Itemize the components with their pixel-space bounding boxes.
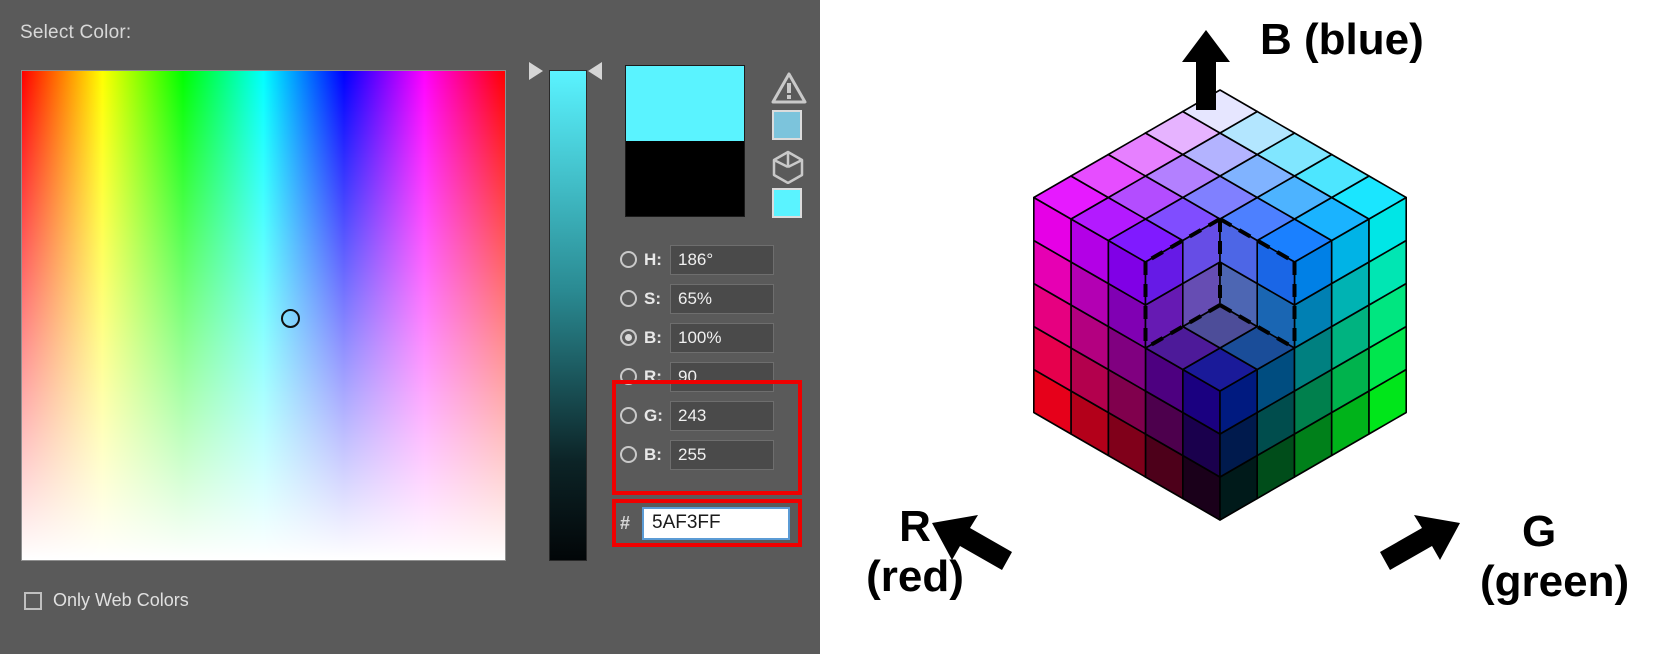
radio-hue[interactable] (620, 251, 637, 268)
rgb-cube-diagram: B (blue) R (red) G (green) (820, 0, 1680, 654)
axis-label-green-line2: (green) (1480, 557, 1630, 606)
only-web-colors-label: Only Web Colors (53, 590, 189, 610)
saturation-value-field[interactable] (21, 70, 506, 561)
page-title: Select Color: (20, 22, 132, 43)
only-web-colors-checkbox[interactable] (24, 591, 42, 610)
warning-icon-column (768, 72, 812, 222)
axis-label-green: G (green) (1480, 510, 1680, 604)
label-hue: H: (644, 249, 662, 269)
hash-icon: # (620, 512, 631, 533)
hex-input[interactable]: 5AF3FF (642, 506, 790, 540)
field-row-hue[interactable]: H: 186° (620, 240, 805, 279)
color-value-fields: H: 186° S: 65% B: 100% R: 90 G: 243 B: 2… (620, 240, 805, 474)
radio-brightness[interactable] (620, 329, 637, 346)
field-row-blue[interactable]: B: 255 (620, 435, 805, 474)
label-red: R: (644, 366, 662, 386)
preview-old-color[interactable] (626, 141, 744, 216)
axis-label-blue: B (blue) (1260, 15, 1424, 64)
input-green[interactable]: 243 (670, 400, 774, 431)
radio-saturation[interactable] (620, 290, 637, 307)
input-saturation[interactable]: 65% (670, 283, 774, 314)
field-row-saturation[interactable]: S: 65% (620, 279, 805, 318)
axis-label-red: R (red) (840, 505, 990, 599)
gamut-alt-color-swatch[interactable] (772, 110, 802, 140)
axis-label-green-line1: G (1522, 507, 1557, 556)
brightness-slider[interactable] (549, 70, 587, 561)
label-green: G: (644, 405, 663, 425)
screenshot-root: Select Color: H: 186° S: 65% B: 100% R: … (0, 0, 1680, 654)
radio-red[interactable] (620, 368, 637, 385)
radio-green[interactable] (620, 407, 637, 424)
input-blue[interactable]: 255 (670, 439, 774, 470)
label-brightness: B: (644, 327, 662, 347)
radio-blue[interactable] (620, 446, 637, 463)
warning-triangle-icon[interactable] (771, 72, 807, 109)
slider-handle-right[interactable] (588, 62, 602, 80)
color-picker-dialog: Select Color: H: 186° S: 65% B: 100% R: … (0, 0, 820, 654)
slider-handle-left[interactable] (529, 62, 543, 80)
axis-label-red-line1: R (899, 502, 931, 551)
axis-arrow-green (1380, 515, 1460, 570)
websafe-alt-color-swatch[interactable] (772, 188, 802, 218)
label-saturation: S: (644, 288, 661, 308)
input-brightness[interactable]: 100% (670, 322, 774, 353)
preview-new-color[interactable] (626, 66, 744, 141)
only-web-colors-row[interactable]: Only Web Colors (24, 590, 189, 611)
input-red[interactable]: 90 (670, 361, 774, 392)
axis-label-red-line2: (red) (866, 552, 964, 601)
sv-cursor-marker[interactable] (281, 309, 300, 328)
field-row-green[interactable]: G: 243 (620, 396, 805, 435)
field-row-red[interactable]: R: 90 (620, 357, 805, 396)
label-blue: B: (644, 444, 662, 464)
field-row-brightness[interactable]: B: 100% (620, 318, 805, 357)
cube-icon[interactable] (772, 150, 804, 189)
color-preview-box[interactable] (625, 65, 745, 217)
hex-field-row[interactable]: # 5AF3FF (620, 505, 790, 541)
input-hue[interactable]: 186° (670, 244, 774, 275)
